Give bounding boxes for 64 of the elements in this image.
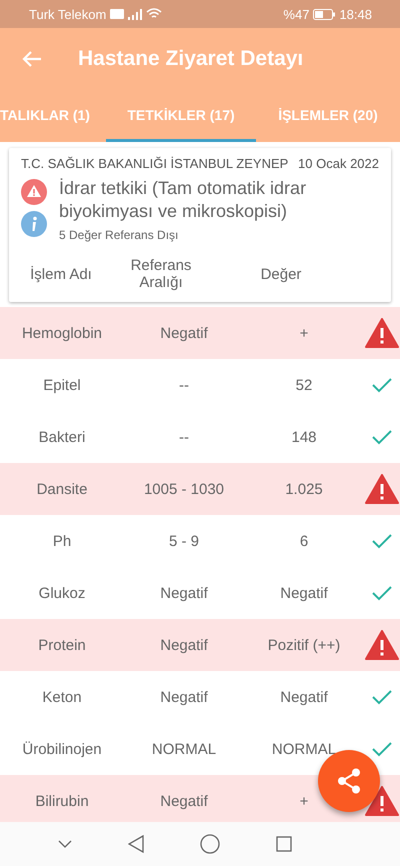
test-name: Bakteri [38, 428, 86, 446]
hospital-name: T.C. SAĞLIK BAKANLIĞI İSTANBUL ZEYNEP [21, 156, 288, 171]
reference-range: Negatif [160, 584, 208, 602]
test-name: Protein [38, 636, 86, 654]
screen-title: Hastane Ziyaret Detayı [78, 47, 304, 71]
test-name: Dansite [36, 480, 88, 498]
test-name: Ph [52, 532, 72, 550]
test-value: + [300, 324, 308, 342]
test-name: Epitel [43, 376, 81, 394]
hd-icon [110, 9, 124, 19]
check-icon [372, 533, 392, 549]
reference-range: 5 - 9 [168, 532, 199, 550]
clock: 18:48 [339, 6, 372, 22]
test-name: Glukoz [38, 584, 86, 602]
wifi-icon [146, 8, 162, 20]
reference-range: Negatif [160, 792, 208, 810]
test-value: + [300, 792, 308, 810]
carrier-name: Turk Telekom [29, 6, 106, 22]
test-value: NORMAL [272, 740, 336, 758]
check-icon [372, 377, 392, 393]
tab[interactable]: TETKİKLER (17) [106, 90, 256, 142]
tab[interactable]: İŞLEMLER (20) [256, 90, 400, 142]
test-value: Negatif [280, 688, 328, 706]
warning-icon [21, 179, 47, 205]
battery-percent: %47 [283, 6, 310, 22]
test-value: Pozitif (++) [268, 636, 340, 654]
test-name: Bilirubin [35, 792, 89, 810]
warning-icon [365, 786, 399, 816]
check-icon [372, 585, 392, 601]
reference-range: Negatif [160, 324, 208, 342]
signal-icon [128, 8, 142, 20]
reference-range: 1005 - 1030 [144, 480, 224, 498]
reference-range: NORMAL [152, 740, 216, 758]
warning-icon [365, 630, 399, 660]
warning-icon [365, 474, 399, 504]
test-value: 148 [291, 428, 317, 446]
battery-icon [313, 8, 336, 20]
check-icon [372, 429, 392, 445]
warning-icon [365, 318, 399, 348]
test-value: 1.025 [285, 480, 323, 498]
reference-range: Negatif [160, 636, 208, 654]
check-icon [372, 741, 392, 757]
column-header: Değer [260, 266, 302, 282]
column-header: İşlem Adı [30, 266, 92, 282]
back-icon[interactable] [128, 835, 144, 853]
reference-range: -- [179, 428, 189, 446]
test-name: Keton [42, 688, 82, 706]
test-value: Negatif [280, 584, 328, 602]
check-icon [372, 689, 392, 705]
column-header: Referans Aralığı [130, 257, 192, 291]
out-of-range-summary: 5 Değer Referans Dışı [59, 228, 180, 242]
recents-icon[interactable] [276, 836, 292, 852]
visit-date: 10 Ocak 2022 [298, 156, 379, 171]
tab[interactable]: TALIKLAR (1) [0, 90, 106, 142]
share-icon [337, 768, 361, 794]
chevron-down-icon[interactable] [58, 840, 72, 848]
reference-range: Negatif [160, 688, 208, 706]
test-value: 52 [296, 376, 312, 394]
test-name: Ürobilinojen [22, 740, 102, 758]
reference-range: -- [179, 376, 189, 394]
test-name: Hemoglobin [22, 324, 102, 342]
test-name-heading: İdrar tetkiki (Tam otomatik idrar biyokimyası ve mikroskopisi) [59, 177, 308, 223]
test-value: 6 [300, 532, 308, 550]
home-icon[interactable] [200, 834, 220, 854]
